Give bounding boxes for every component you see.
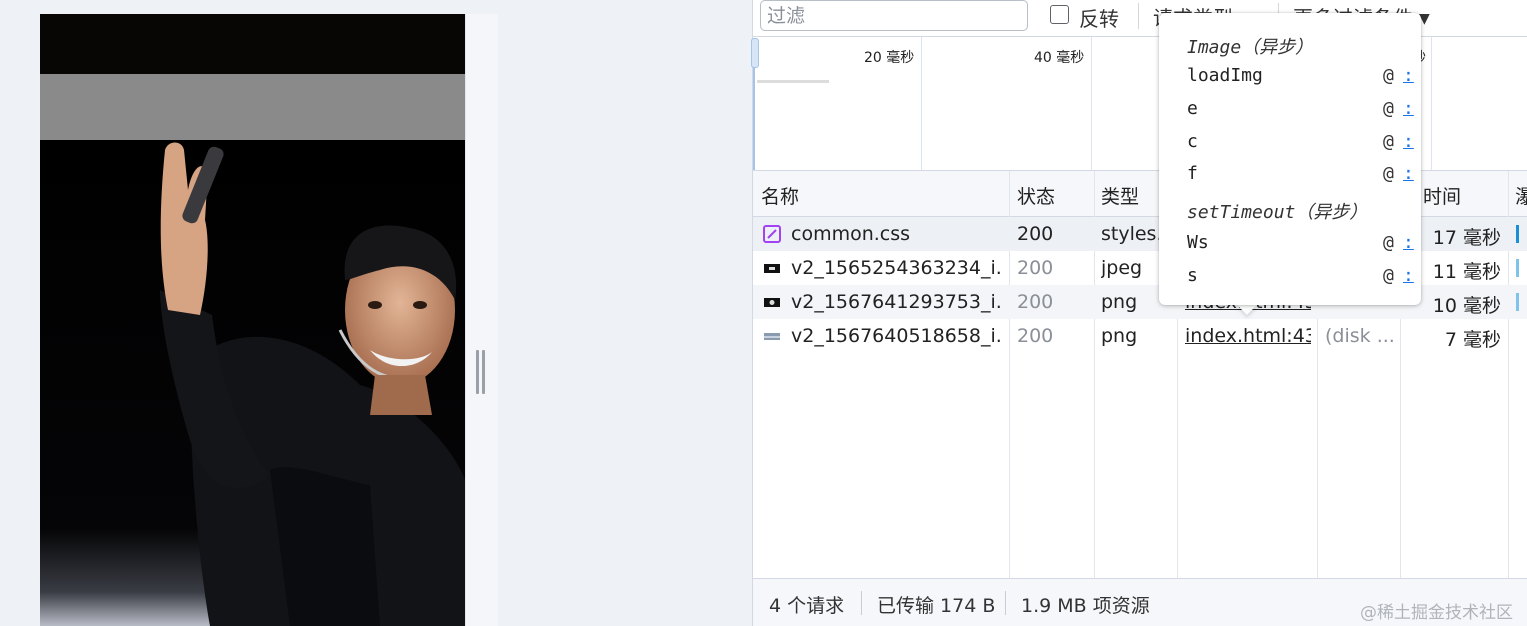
column-header-name[interactable]: 名称 [761,182,799,209]
stylesheet-icon [763,225,781,243]
stack-frame-function: s [1187,265,1198,286]
stack-frame-at: @ [1383,163,1394,184]
overview-request-bar [757,80,829,83]
stack-frame-source-link[interactable]: : [1403,65,1414,86]
request-time: 7 毫秒 [1444,329,1501,351]
status-divider [1005,591,1006,615]
photo-person-waving [40,140,465,626]
stack-frame-function: e [1187,98,1198,119]
async-frame-label: Image（异步） [1187,37,1314,58]
stack-frame-function: f [1187,163,1198,184]
request-count: 4 个请求 [769,595,845,617]
initiator-link[interactable]: index.html:43 [1185,325,1311,347]
request-status: 200 [1017,257,1054,279]
table-row[interactable]: v2_1567640518658_i... 200 png index.html… [753,319,1527,353]
stack-frame-source-link[interactable]: : [1403,265,1414,286]
async-frame-label: setTimeout（异步） [1187,202,1368,223]
image-top-strip [40,14,465,74]
stack-frame-function: c [1187,131,1198,152]
stack-frame-at: @ [1383,131,1394,152]
viewport-gutter [465,14,498,626]
stack-frame-function: Ws [1187,232,1209,253]
site-watermark: @稀土掘金技术社区 [1360,603,1513,623]
status-divider [861,591,862,615]
waterfall-bar [1516,225,1519,243]
column-header-type[interactable]: 类型 [1101,182,1139,209]
stack-frame-source-link[interactable]: : [1403,232,1414,253]
request-name: common.css [791,223,911,245]
image-thumbnail-icon [764,298,780,307]
waterfall-bar [1516,293,1519,311]
viewport-resize-handle[interactable] [476,350,486,394]
column-header-status[interactable]: 状态 [1017,182,1055,209]
overview-gridline [1431,37,1432,171]
overview-range-handle[interactable] [751,38,759,68]
request-status: 200 [1017,325,1054,347]
overview-selection-edge [753,67,755,171]
request-status: 200 [1017,223,1054,245]
invert-label: 反转 [1079,7,1119,31]
request-name: v2_1567641293753_i... [791,291,1001,313]
stack-frame-at: @ [1383,265,1394,286]
image-placeholder-band [40,74,465,140]
stack-frame-at: @ [1383,98,1394,119]
toolbar-divider [1138,3,1139,29]
stack-frame-source-link[interactable]: : [1403,163,1414,184]
page-viewport [40,14,465,626]
request-name: v2_1565254363234_i... [791,257,1001,279]
invert-checkbox[interactable] [1050,5,1069,24]
stack-frame-at: @ [1383,232,1394,253]
image-thumbnail-icon [764,333,780,340]
stack-frame-source-link[interactable]: : [1403,131,1414,152]
stack-frame-function: loadImg [1187,65,1263,86]
stack-frame-source-link[interactable]: : [1403,98,1414,119]
filter-input[interactable] [760,0,1028,31]
stack-frame-at: @ [1383,65,1394,86]
transferred-size: 已传输 174 B [877,595,996,617]
request-status: 200 [1017,291,1054,313]
resources-size: 1.9 MB 项资源 [1021,595,1150,617]
initiator-stack-popover: Image（异步） loadImg @ : e @ : c @ : f @ : … [1159,13,1421,305]
request-name: v2_1567640518658_i... [791,325,1001,347]
request-size: (disk ... [1325,325,1395,347]
request-type: png [1101,325,1138,347]
image-thumbnail-icon [764,264,780,273]
overview-tick-label: 40 毫秒 [1034,50,1085,66]
overview-gridline [921,37,922,171]
overview-tick-label: 20 毫秒 [864,50,915,66]
overview-gridline [1091,37,1092,171]
column-header-waterfall[interactable]: 瀑 [1515,182,1527,209]
waterfall-bar [1516,259,1519,277]
